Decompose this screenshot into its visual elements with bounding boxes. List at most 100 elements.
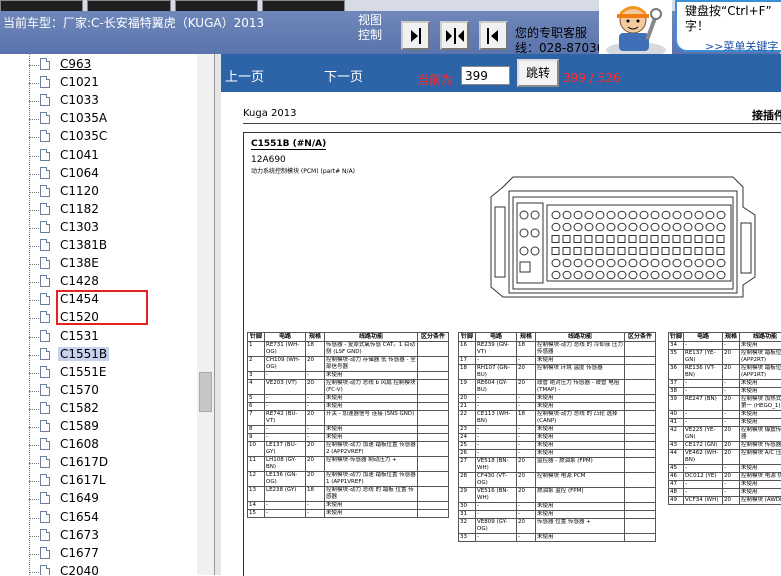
table-cell: 9 <box>248 434 265 442</box>
tree-item[interactable]: C1589 <box>29 418 199 436</box>
connector-pin <box>640 248 647 255</box>
menu-keyword-link[interactable]: >>菜单关键字 <box>705 38 778 54</box>
tree-item[interactable]: C1064 <box>29 165 199 183</box>
column-header: 针脚 <box>248 333 265 342</box>
tree-item[interactable]: C1677 <box>29 545 199 563</box>
tree-item[interactable]: C1041 <box>29 147 199 165</box>
table-row: 32VE809 (GY-OG)20传感器 位置 传感器 + <box>459 519 656 534</box>
table-cell <box>418 395 449 403</box>
tree-item[interactable]: C1381B <box>29 237 199 255</box>
connector-pin <box>552 271 560 279</box>
connector-pin <box>640 223 648 231</box>
connector-pin <box>684 211 692 219</box>
document-icon <box>40 94 50 106</box>
table-cell: 控制模块-传感器 制动压力 + <box>325 457 418 472</box>
go-button[interactable]: 跳转 <box>517 59 559 87</box>
table-cell: 33 <box>459 534 476 542</box>
table-cell: DC012 (YE) <box>684 473 723 481</box>
connector-pin <box>651 223 659 231</box>
table-cell: 38 <box>669 388 684 396</box>
document-icon <box>40 384 50 396</box>
table-header-row: 针脚电路规格线路功能区分条件 <box>459 333 656 342</box>
view-both-button[interactable] <box>440 21 469 50</box>
tree-item[interactable]: C1608 <box>29 436 199 454</box>
tree-item-label: C1182 <box>58 202 101 216</box>
next-page-button[interactable]: 下一页 <box>324 66 363 85</box>
tree-connector-line <box>29 427 39 428</box>
connector-pin <box>695 271 703 279</box>
table-cell: - <box>684 481 723 489</box>
tree-scrollbar[interactable] <box>197 54 214 575</box>
tree-item[interactable]: C1617D <box>29 454 199 472</box>
table-cell: LE238 (GY) <box>265 487 306 502</box>
table-cell: 20 <box>517 458 536 473</box>
table-cell: 控制模块 传感器 <box>740 442 781 450</box>
table-cell: 控制模块-动力 存储器 低 传感器 - 全部信号器 <box>325 357 418 372</box>
tree-item[interactable]: C1531 <box>29 328 199 346</box>
connector-pin <box>563 271 571 279</box>
tree-item[interactable]: C1120 <box>29 183 199 201</box>
tree-item[interactable]: C1617L <box>29 472 199 490</box>
tree-connector-line <box>29 264 39 265</box>
tree-item[interactable]: C1035C <box>29 128 199 146</box>
tree-item[interactable]: C138E <box>29 255 199 273</box>
connector-pin <box>717 271 725 279</box>
table-cell: LE137 (BU-GY) <box>265 442 306 457</box>
connector-pin <box>618 223 626 231</box>
view-expand-left-button[interactable] <box>479 21 508 50</box>
table-cell: - <box>517 511 536 519</box>
table-cell: - <box>517 534 536 542</box>
tree-item[interactable]: C1551E <box>29 364 199 382</box>
tree-connector-line <box>29 192 39 193</box>
tree-connector-line <box>29 536 39 537</box>
connector-pin <box>607 248 614 255</box>
table-cell <box>625 411 656 426</box>
tree-item-label: C138E <box>58 256 101 270</box>
table-cell: 20 <box>723 450 740 465</box>
table-cell: RH107 (GN-BU) <box>476 365 517 380</box>
tree-item[interactable]: C963 <box>29 56 199 74</box>
table-cell: 45 <box>669 465 684 473</box>
tree-item[interactable]: C1035A <box>29 110 199 128</box>
document-icon <box>40 239 50 251</box>
tree-item-label: C1551B <box>58 347 109 361</box>
tree-item[interactable]: C1654 <box>29 509 199 527</box>
tree-item[interactable]: C2040 <box>29 563 199 575</box>
connector-pin <box>596 259 604 267</box>
column-header: 规格 <box>306 333 325 342</box>
view-expand-right-button[interactable] <box>401 21 430 50</box>
tree-item[interactable]: C1649 <box>29 490 199 508</box>
tree-item[interactable]: C1303 <box>29 219 199 237</box>
tree-item[interactable]: C1570 <box>29 382 199 400</box>
table-cell: - <box>265 403 306 411</box>
tree-item[interactable]: C1033 <box>29 92 199 110</box>
connector-pin <box>563 223 571 231</box>
connector-pin <box>629 223 637 231</box>
table-cell: 10 <box>248 442 265 457</box>
tree-item[interactable]: C1673 <box>29 527 199 545</box>
table-cell: - <box>476 511 517 519</box>
connector-pin <box>651 236 658 243</box>
tree-item[interactable]: C1428 <box>29 273 199 291</box>
table-row: 29VE516 (BN-WH)20燃油泵 监控 (FPM) <box>459 488 656 503</box>
table-cell: 20 <box>723 442 740 450</box>
table-cell: 6 <box>248 403 265 411</box>
prev-page-button[interactable]: 上一页 <box>225 66 264 85</box>
tree-item[interactable]: C1021 <box>29 74 199 92</box>
connector-pin <box>585 236 592 243</box>
table-cell <box>418 411 449 426</box>
car-model-label: 当前车型：厂家:C-长安福特翼虎（KUGA）2013 <box>3 14 264 31</box>
tree-item[interactable]: C1551B <box>29 346 199 364</box>
tree-item-label: C1673 <box>58 528 101 542</box>
table-cell: 控制模块 加热式氧 第一 (HEGO_1) <box>740 396 781 411</box>
top-toolbar <box>0 0 345 11</box>
tree-item[interactable]: C1182 <box>29 201 199 219</box>
page-number-input[interactable] <box>461 66 510 85</box>
column-header: 电路 <box>476 333 517 342</box>
tree-item[interactable]: C1582 <box>29 400 199 418</box>
connector-pin <box>552 223 560 231</box>
connector-pin <box>640 259 648 267</box>
connector-pin <box>585 211 593 219</box>
connector-pin <box>607 223 615 231</box>
tree-scrollbar-thumb[interactable] <box>199 372 212 412</box>
